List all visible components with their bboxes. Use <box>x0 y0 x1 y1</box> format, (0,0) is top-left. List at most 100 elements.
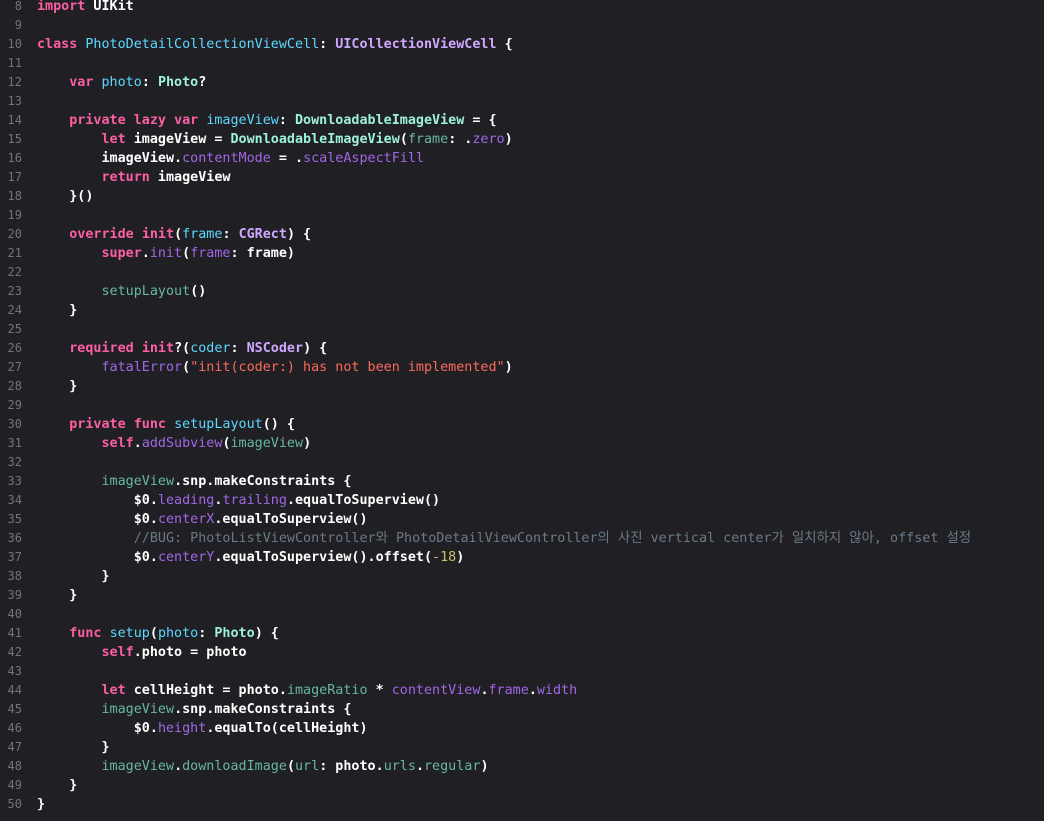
code-line[interactable]: 13 <box>0 92 1044 111</box>
code-line[interactable]: 11 <box>0 54 1044 73</box>
code-line[interactable]: 20 override init(frame: CGRect) { <box>0 225 1044 244</box>
line-number: 29 <box>7 398 22 412</box>
code-line[interactable]: 43 <box>0 662 1044 681</box>
code-line[interactable]: 17 return imageView <box>0 168 1044 187</box>
code-line[interactable]: 47 } <box>0 738 1044 757</box>
code-editor[interactable]: 8 import UIKit 9 10 class PhotoDetailCollect… <box>0 0 1044 821</box>
line-number: 14 <box>7 113 22 127</box>
code-token: } <box>37 740 110 755</box>
code-token: func <box>69 626 102 641</box>
code-text: $0.leading.trailing.equalToSuperview() <box>22 491 440 510</box>
line-number: 12 <box>7 75 22 89</box>
code-line[interactable]: 32 <box>0 453 1044 472</box>
code-line[interactable]: 15 let imageView = DownloadableImageView… <box>0 130 1044 149</box>
code-line[interactable]: 14 private lazy var imageView: Downloada… <box>0 111 1044 130</box>
code-line[interactable]: 9 <box>0 16 1044 35</box>
code-line[interactable]: 50} <box>0 795 1044 814</box>
code-line[interactable]: 48 imageView.downloadImage(url: photo.ur… <box>0 757 1044 776</box>
code-line[interactable]: 45 imageView.snp.makeConstraints { <box>0 700 1044 719</box>
code-text: return imageView <box>22 168 231 187</box>
code-line[interactable]: 37 $0.centerY.equalToSuperview().offset(… <box>0 548 1044 567</box>
line-number: 37 <box>7 550 22 564</box>
code-token: Photo <box>157 75 199 90</box>
code-line[interactable]: 33 imageView.snp.makeConstraints { <box>0 472 1044 491</box>
code-token: $0. <box>37 493 158 508</box>
code-token: downloadImage <box>182 759 287 774</box>
line-number: 26 <box>7 341 22 355</box>
code-line[interactable]: 8 import UIKit <box>0 0 1044 16</box>
code-token: ) { <box>286 227 312 242</box>
code-text: } <box>22 301 77 320</box>
code-line[interactable]: 36 //BUG: PhotoListViewController와 Photo… <box>0 529 1044 548</box>
code-line[interactable]: 29 <box>0 396 1044 415</box>
line-number: 45 <box>7 702 22 716</box>
code-token: contentMode <box>182 151 271 166</box>
line-number: 50 <box>7 797 22 811</box>
code-line[interactable]: 26 required init?(coder: NSCoder) { <box>0 339 1044 358</box>
code-line[interactable]: 16 imageView.contentMode = .scaleAspectF… <box>0 149 1044 168</box>
code-line[interactable]: 27 fatalError("init(coder:) has not been… <box>0 358 1044 377</box>
code-token: centerY <box>157 550 215 565</box>
code-line[interactable]: 12 var photo: Photo? <box>0 73 1044 92</box>
code-line[interactable]: 41 func setup(photo: Photo) { <box>0 624 1044 643</box>
code-token: ( <box>286 759 295 774</box>
code-token: DownloadableImageView <box>230 132 400 147</box>
code-text: $0.centerX.equalToSuperview() <box>22 510 368 529</box>
line-number: 47 <box>7 740 22 754</box>
code-line[interactable]: 24 } <box>0 301 1044 320</box>
code-line[interactable]: 21 super.init(frame: frame) <box>0 244 1044 263</box>
code-token: .equalTo(cellHeight) <box>206 721 368 736</box>
code-token: ) <box>456 550 465 565</box>
code-token: private <box>69 417 126 432</box>
code-line[interactable]: 28 } <box>0 377 1044 396</box>
code-token: centerX <box>157 512 215 527</box>
code-text: self.addSubview(imageView) <box>22 434 312 453</box>
code-line[interactable]: 18 }() <box>0 187 1044 206</box>
code-text: import UIKit <box>22 0 134 16</box>
code-token: "init(coder:) has not been implemented" <box>190 360 505 375</box>
code-line[interactable]: 30 private func setupLayout() { <box>0 415 1044 434</box>
code-token: imageView <box>101 702 175 717</box>
code-token: init <box>141 341 175 356</box>
code-line[interactable]: 10 class PhotoDetailCollectionViewCell: U… <box>0 35 1044 54</box>
code-line[interactable]: 31 self.addSubview(imageView) <box>0 434 1044 453</box>
code-line[interactable]: 35 $0.centerX.equalToSuperview() <box>0 510 1044 529</box>
code-text: imageView.downloadImage(url: photo.urls.… <box>22 757 489 776</box>
code-token: : <box>222 227 239 242</box>
code-line[interactable]: 40 <box>0 605 1044 624</box>
line-number: 33 <box>7 474 22 488</box>
code-token: class <box>37 37 78 52</box>
code-text: required init?(coder: NSCoder) { <box>22 339 327 358</box>
code-line[interactable]: 42 self.photo = photo <box>0 643 1044 662</box>
code-line[interactable]: 34 $0.leading.trailing.equalToSuperview(… <box>0 491 1044 510</box>
code-line[interactable]: 49 } <box>0 776 1044 795</box>
code-token: setupLayout <box>101 284 191 299</box>
code-line[interactable]: 39 } <box>0 586 1044 605</box>
line-number: 46 <box>7 721 22 735</box>
code-line[interactable]: 25 <box>0 320 1044 339</box>
code-text: } <box>22 567 109 586</box>
code-token: : <box>230 341 247 356</box>
code-line[interactable]: 44 let cellHeight = photo.imageRatio * c… <box>0 681 1044 700</box>
code-line[interactable]: 23 setupLayout() <box>0 282 1044 301</box>
code-text: override init(frame: CGRect) { <box>22 225 311 244</box>
code-token: ?( <box>174 341 191 356</box>
code-token: required <box>69 341 134 356</box>
line-number: 22 <box>7 265 22 279</box>
code-line[interactable]: 22 <box>0 263 1044 282</box>
code-text: //BUG: PhotoListViewController와 PhotoDet… <box>22 529 971 548</box>
line-number: 39 <box>7 588 22 602</box>
code-token: ) <box>504 132 513 147</box>
code-token: : photo. <box>319 759 384 774</box>
code-line[interactable]: 46 $0.height.equalTo(cellHeight) <box>0 719 1044 738</box>
code-token: override <box>69 227 134 242</box>
code-token: func <box>133 417 166 432</box>
code-line[interactable]: 38 } <box>0 567 1044 586</box>
code-line[interactable]: 19 <box>0 206 1044 225</box>
line-number: 27 <box>7 360 22 374</box>
line-number: 42 <box>7 645 22 659</box>
code-token: . <box>415 759 424 774</box>
